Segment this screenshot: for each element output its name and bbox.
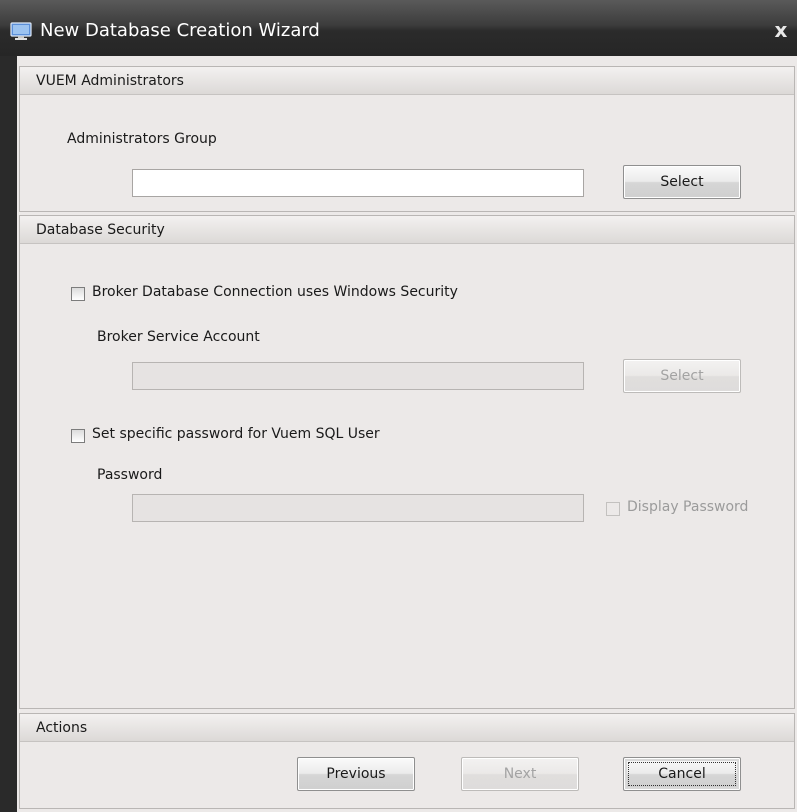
windows-security-label[interactable]: Broker Database Connection uses Windows …: [92, 284, 458, 300]
select-service-account-button[interactable]: Select: [623, 359, 741, 393]
actions-panel: Actions Previous Next Cancel: [19, 713, 795, 809]
cancel-button[interactable]: Cancel: [623, 757, 741, 791]
administrators-group-input[interactable]: [132, 169, 584, 197]
monitor-app-icon: [10, 22, 32, 40]
database-security-panel: Database Security Broker Database Connec…: [19, 215, 795, 709]
select-administrators-button[interactable]: Select: [623, 165, 741, 199]
focus-ring: [628, 762, 736, 786]
vuem-administrators-header: VUEM Administrators: [20, 67, 794, 95]
previous-button[interactable]: Previous: [297, 757, 415, 791]
vuem-administrators-panel: VUEM Administrators Administrators Group…: [19, 66, 795, 212]
database-security-header: Database Security: [20, 216, 794, 244]
password-input[interactable]: [132, 494, 584, 522]
wizard-window: New Database Creation Wizard x VUEM Admi…: [0, 0, 797, 812]
sql-password-label[interactable]: Set specific password for Vuem SQL User: [92, 426, 380, 442]
broker-service-account-label: Broker Service Account: [97, 329, 260, 345]
administrators-group-label: Administrators Group: [67, 131, 217, 147]
broker-service-account-input[interactable]: [132, 362, 584, 390]
windows-security-checkbox[interactable]: [71, 287, 85, 301]
window-title: New Database Creation Wizard: [40, 20, 320, 41]
wizard-body: VUEM Administrators Administrators Group…: [17, 56, 797, 812]
display-password-checkbox[interactable]: [606, 502, 620, 516]
display-password-label[interactable]: Display Password: [627, 499, 748, 515]
actions-header: Actions: [20, 714, 794, 742]
sql-password-checkbox[interactable]: [71, 429, 85, 443]
close-icon[interactable]: x: [772, 19, 790, 41]
title-bar[interactable]: New Database Creation Wizard x: [0, 0, 797, 56]
password-label: Password: [97, 467, 163, 483]
next-button[interactable]: Next: [461, 757, 579, 791]
